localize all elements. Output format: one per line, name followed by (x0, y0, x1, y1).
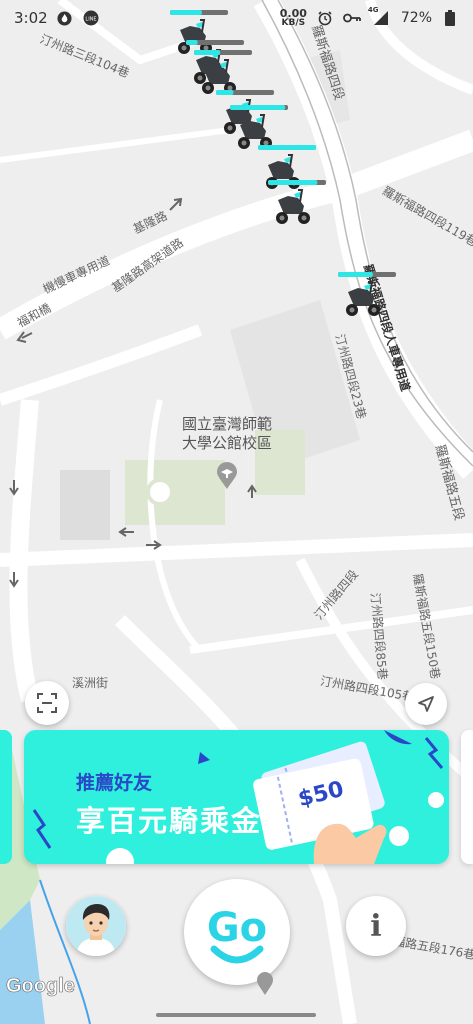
alarm-icon (316, 9, 334, 27)
gesture-nav-bar[interactable] (156, 1013, 316, 1017)
go-logo-icon: Go (207, 905, 267, 964)
fire-icon (56, 9, 74, 27)
locate-me-button[interactable] (405, 683, 447, 725)
signal-network-label: 4G (367, 6, 379, 14)
go-label: Go (207, 905, 267, 951)
campus-label: 國立臺灣師範 大學公館校區 (172, 415, 282, 453)
status-time: 3:02 (14, 9, 48, 27)
battery-percent: 72% (400, 10, 432, 26)
line-app-icon: LINE (82, 9, 100, 27)
status-bar: 3:02 LINE 0.00 KB/S 4G 72% (0, 0, 473, 36)
profile-avatar-button[interactable] (66, 896, 126, 956)
scooter-marker[interactable] (268, 180, 332, 234)
school-pin-icon[interactable] (216, 462, 238, 490)
key-icon (342, 9, 361, 27)
promo-card-referral[interactable]: $50 推薦好友 享百元騎乘金 (24, 730, 449, 864)
promo-card-prev[interactable] (0, 730, 12, 864)
campus-name-line2: 大學公館校區 (181, 434, 272, 452)
promo-subtitle: 享百元騎乘金 (76, 804, 263, 838)
google-attribution: Google (6, 975, 75, 998)
info-button[interactable]: i (346, 896, 406, 956)
map-pin-icon[interactable] (256, 972, 274, 996)
svg-text:LINE: LINE (85, 17, 96, 23)
net-speed: 0.00 KB/S (280, 8, 307, 28)
promo-card-next[interactable] (461, 730, 473, 864)
campus-name-line1: 國立臺灣師範 (181, 415, 272, 433)
navigation-arrow-icon (418, 696, 434, 712)
info-icon: i (370, 908, 382, 944)
battery-icon (441, 9, 459, 27)
avatar (66, 896, 126, 956)
go-ride-button[interactable]: Go (184, 879, 290, 985)
promo-title: 推薦好友 (76, 772, 153, 794)
scooter-marker[interactable] (338, 272, 402, 326)
street-label: 溪洲街 (72, 676, 109, 690)
scan-qr-button[interactable] (25, 681, 69, 725)
promo-decoration (32, 730, 444, 864)
net-speed-unit: KB/S (281, 18, 306, 28)
app-root: 汀州路三段104巷 羅斯福路四段 羅斯福路四段119巷 基隆路 機慢車專用道 福… (0, 0, 473, 1024)
scan-icon (37, 693, 57, 713)
cellular-signal-icon: 4G (367, 6, 392, 27)
